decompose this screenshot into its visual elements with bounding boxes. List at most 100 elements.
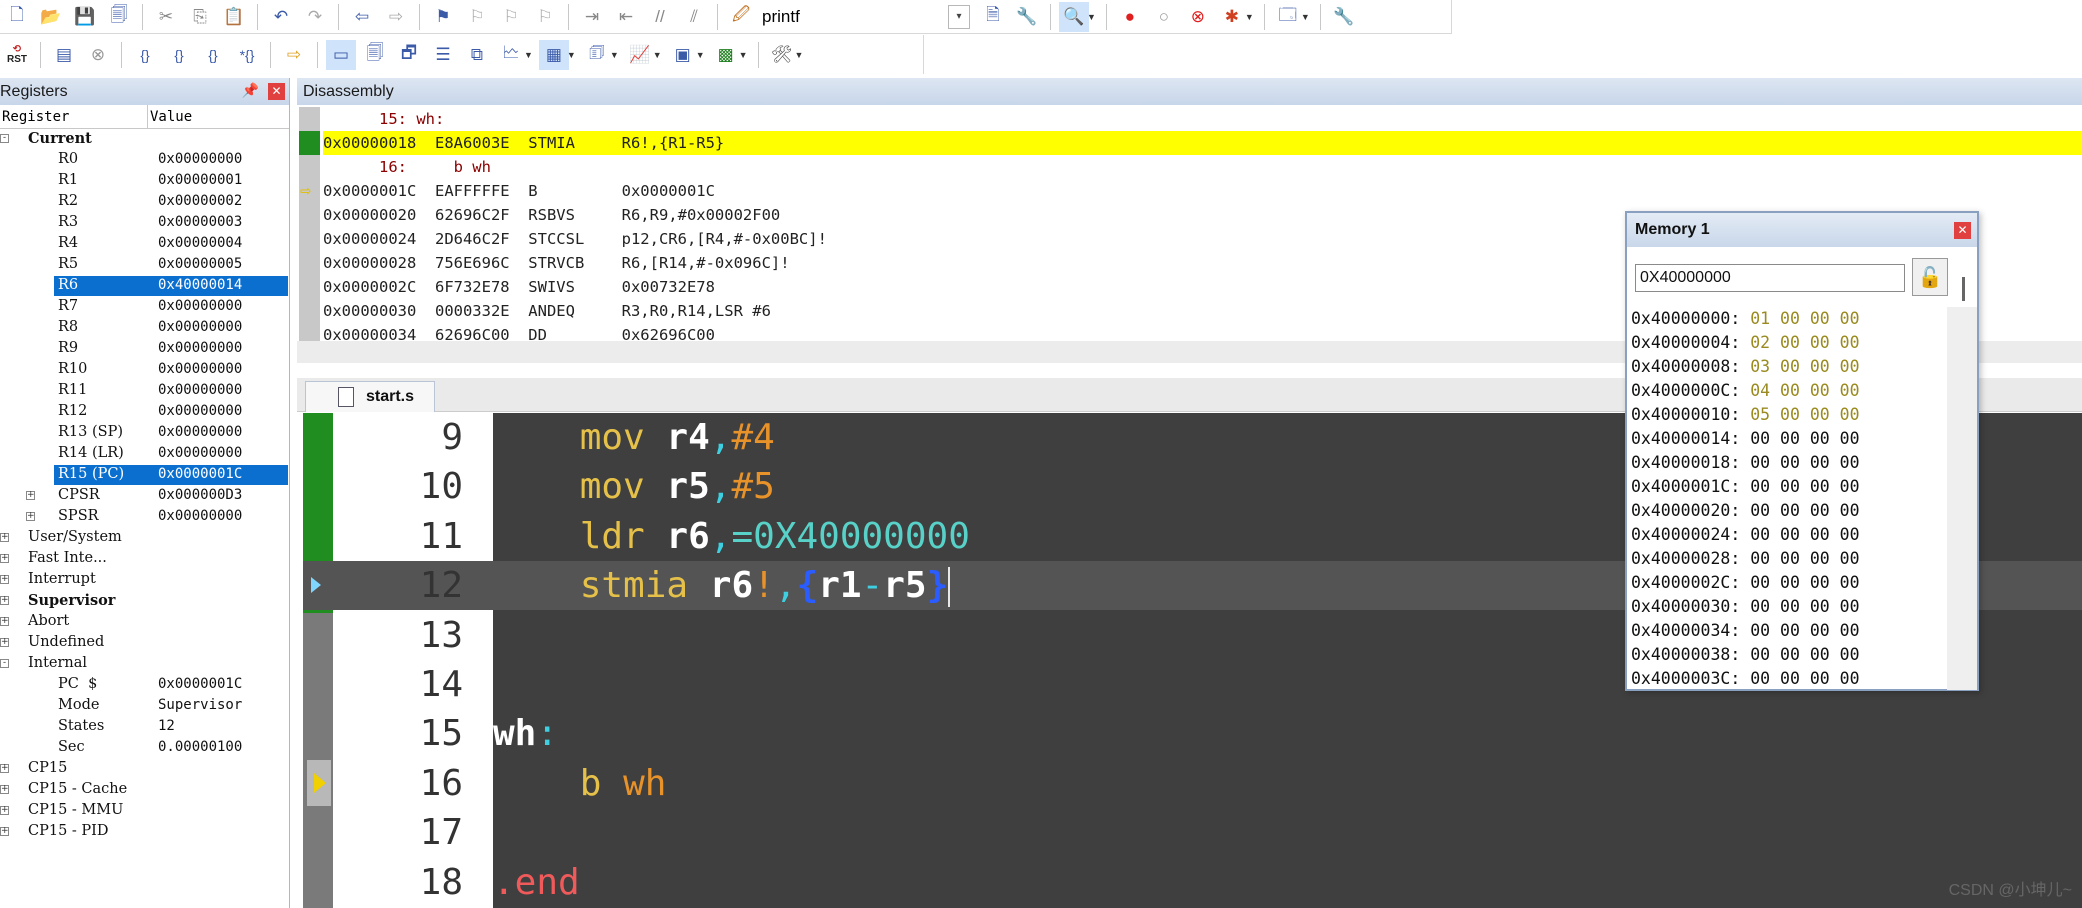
chevron-down-icon[interactable]: ▼	[1301, 12, 1310, 22]
memory-byte[interactable]: 00	[1810, 549, 1830, 568]
chevron-down-icon[interactable]: ▼	[1087, 12, 1096, 22]
code-text[interactable]: stmia r6!,{r1-r5}	[493, 561, 951, 610]
memory-byte[interactable]: 00	[1810, 381, 1830, 400]
register-value[interactable]: 0x00000002	[158, 193, 242, 209]
expand-icon[interactable]: +	[0, 827, 9, 836]
register-value[interactable]: 0x00000000	[158, 508, 242, 524]
step-into-icon[interactable]: {}	[130, 40, 160, 70]
call-stack-icon[interactable]: ⧉	[462, 40, 492, 70]
chevron-down-icon[interactable]: ▼	[610, 50, 619, 60]
register-row[interactable]: R5 0x00000005	[0, 255, 289, 275]
undo-icon[interactable]: ↶	[266, 2, 296, 32]
register-value[interactable]: 0x00000000	[158, 403, 242, 419]
memory-row[interactable]: 0x4000001C: 00 00 00 00	[1631, 475, 1947, 499]
register-value[interactable]: 0x00000000	[158, 151, 242, 167]
memory-byte[interactable]: 00	[1780, 597, 1800, 616]
expand-icon[interactable]: +	[0, 638, 9, 647]
register-row[interactable]: R4 0x00000004	[0, 234, 289, 254]
memory-byte[interactable]: 00	[1840, 549, 1860, 568]
registers-window-icon[interactable]: ☰	[428, 40, 458, 70]
register-row[interactable]: + Supervisor	[0, 591, 289, 611]
register-value[interactable]: 0x00000000	[158, 445, 242, 461]
memory-row[interactable]: 0x40000038: 00 00 00 00	[1631, 643, 1947, 667]
memory-byte[interactable]: 00	[1840, 621, 1860, 640]
register-row[interactable]: R13 (SP) 0x00000000	[0, 423, 289, 443]
register-row[interactable]: + SPSR 0x00000000	[0, 507, 289, 527]
memory-byte[interactable]: 00	[1810, 621, 1830, 640]
expand-icon[interactable]: +	[0, 533, 9, 542]
register-value[interactable]: 0x0000001C	[158, 676, 242, 692]
memory-byte[interactable]: 00	[1840, 429, 1860, 448]
memory-row[interactable]: 0x40000018: 00 00 00 00	[1631, 451, 1947, 475]
trace-window-icon[interactable]: ▣	[668, 40, 698, 70]
memory-byte[interactable]: 00	[1810, 429, 1830, 448]
register-row[interactable]: R11 0x00000000	[0, 381, 289, 401]
code-line[interactable]: 18 .end	[303, 858, 2082, 907]
step-out-icon[interactable]: {}	[198, 40, 228, 70]
expand-icon[interactable]: +	[0, 575, 9, 584]
disassembly-line[interactable]: 0x0000001C EAFFFFFE B 0x0000001C	[323, 179, 2082, 203]
memory-byte[interactable]: 00	[1750, 645, 1770, 664]
register-value[interactable]: Supervisor	[158, 697, 242, 713]
memory-byte[interactable]: 00	[1840, 333, 1860, 352]
value-column-title[interactable]: Value	[148, 105, 192, 128]
analysis-window-icon[interactable]: 📈	[625, 40, 655, 70]
memory-byte[interactable]: 00	[1810, 525, 1830, 544]
code-text[interactable]: mov r5,#5	[493, 462, 775, 511]
code-line[interactable]: 17	[303, 808, 2082, 857]
memory-row[interactable]: 0x40000000: 01 00 00 00	[1631, 307, 1947, 331]
chevron-down-icon[interactable]: ▼	[1245, 12, 1254, 22]
memory-byte[interactable]: 00	[1840, 645, 1860, 664]
memory-row[interactable]: 0x40000014: 00 00 00 00	[1631, 427, 1947, 451]
memory-row[interactable]: 0x40000034: 00 00 00 00	[1631, 619, 1947, 643]
memory-byte[interactable]: 00	[1780, 573, 1800, 592]
register-value[interactable]: 0x00000000	[158, 424, 242, 440]
register-row[interactable]: + Undefined	[0, 633, 289, 653]
bookmark-icon[interactable]: ⚑	[428, 2, 458, 32]
step-over-icon[interactable]: {}	[164, 40, 194, 70]
memory-byte[interactable]: 03	[1750, 357, 1770, 376]
register-row[interactable]: + User/System	[0, 528, 289, 548]
collapse-icon[interactable]: -	[0, 134, 9, 143]
memory-byte[interactable]: 00	[1750, 621, 1770, 640]
indent-icon[interactable]: ⇥	[577, 2, 607, 32]
register-row[interactable]: - Internal	[0, 654, 289, 674]
register-row[interactable]: R10 0x00000000	[0, 360, 289, 380]
chevron-down-icon[interactable]: ▼	[567, 50, 576, 60]
memory-byte[interactable]: 00	[1810, 573, 1830, 592]
chevron-down-icon[interactable]: ▼	[739, 50, 748, 60]
memory-byte[interactable]: 00	[1780, 525, 1800, 544]
run-to-cursor-icon[interactable]: *{}	[232, 40, 262, 70]
memory-byte[interactable]: 00	[1780, 381, 1800, 400]
register-row[interactable]: + CP15 - MMU	[0, 801, 289, 821]
register-value[interactable]: 0x00000004	[158, 235, 242, 251]
memory-row[interactable]: 0x40000020: 00 00 00 00	[1631, 499, 1947, 523]
expand-icon[interactable]: +	[26, 512, 35, 521]
memory-title-bar[interactable]: Memory 1 ✕	[1627, 213, 1977, 247]
bookmark-prev-icon[interactable]: ⚐	[462, 2, 492, 32]
disassembly-line[interactable]: 0x00000018 E8A6003E STMIA R6!,{R1-R5}	[323, 131, 2082, 155]
comment-icon[interactable]: //	[645, 2, 675, 32]
save-all-icon[interactable]: 🗐	[104, 2, 134, 32]
open-folder-icon[interactable]: 📂	[36, 2, 66, 32]
toolbox-icon[interactable]: 🛠	[767, 40, 797, 70]
register-value[interactable]: 0.00000100	[158, 739, 242, 755]
memory-byte[interactable]: 00	[1810, 501, 1830, 520]
memory-byte[interactable]: 00	[1780, 621, 1800, 640]
memory-byte[interactable]: 00	[1840, 501, 1860, 520]
register-value[interactable]: 0x00000005	[158, 256, 242, 272]
bookmark-next-icon[interactable]: ⚐	[496, 2, 526, 32]
chevron-down-icon[interactable]: ▼	[795, 50, 804, 60]
window-icon[interactable]: 🗔	[1273, 2, 1303, 32]
system-viewer-icon[interactable]: ▩	[711, 40, 741, 70]
register-row[interactable]: R2 0x00000002	[0, 192, 289, 212]
tab-start-s[interactable]: start.s	[305, 381, 435, 412]
memory-byte[interactable]: 00	[1840, 453, 1860, 472]
memory-dump[interactable]: 0x40000000: 01 00 00 00 0x40000004: 02 00…	[1631, 307, 1947, 690]
memory-row[interactable]: 0x40000010: 05 00 00 00	[1631, 403, 1947, 427]
show-next-statement-icon[interactable]: ⇨	[279, 40, 309, 70]
memory-byte[interactable]: 00	[1750, 669, 1770, 688]
memory-row[interactable]: 0x40000004: 02 00 00 00	[1631, 331, 1947, 355]
register-row[interactable]: + Fast Inte...	[0, 549, 289, 569]
register-row[interactable]: States 12	[0, 717, 289, 737]
